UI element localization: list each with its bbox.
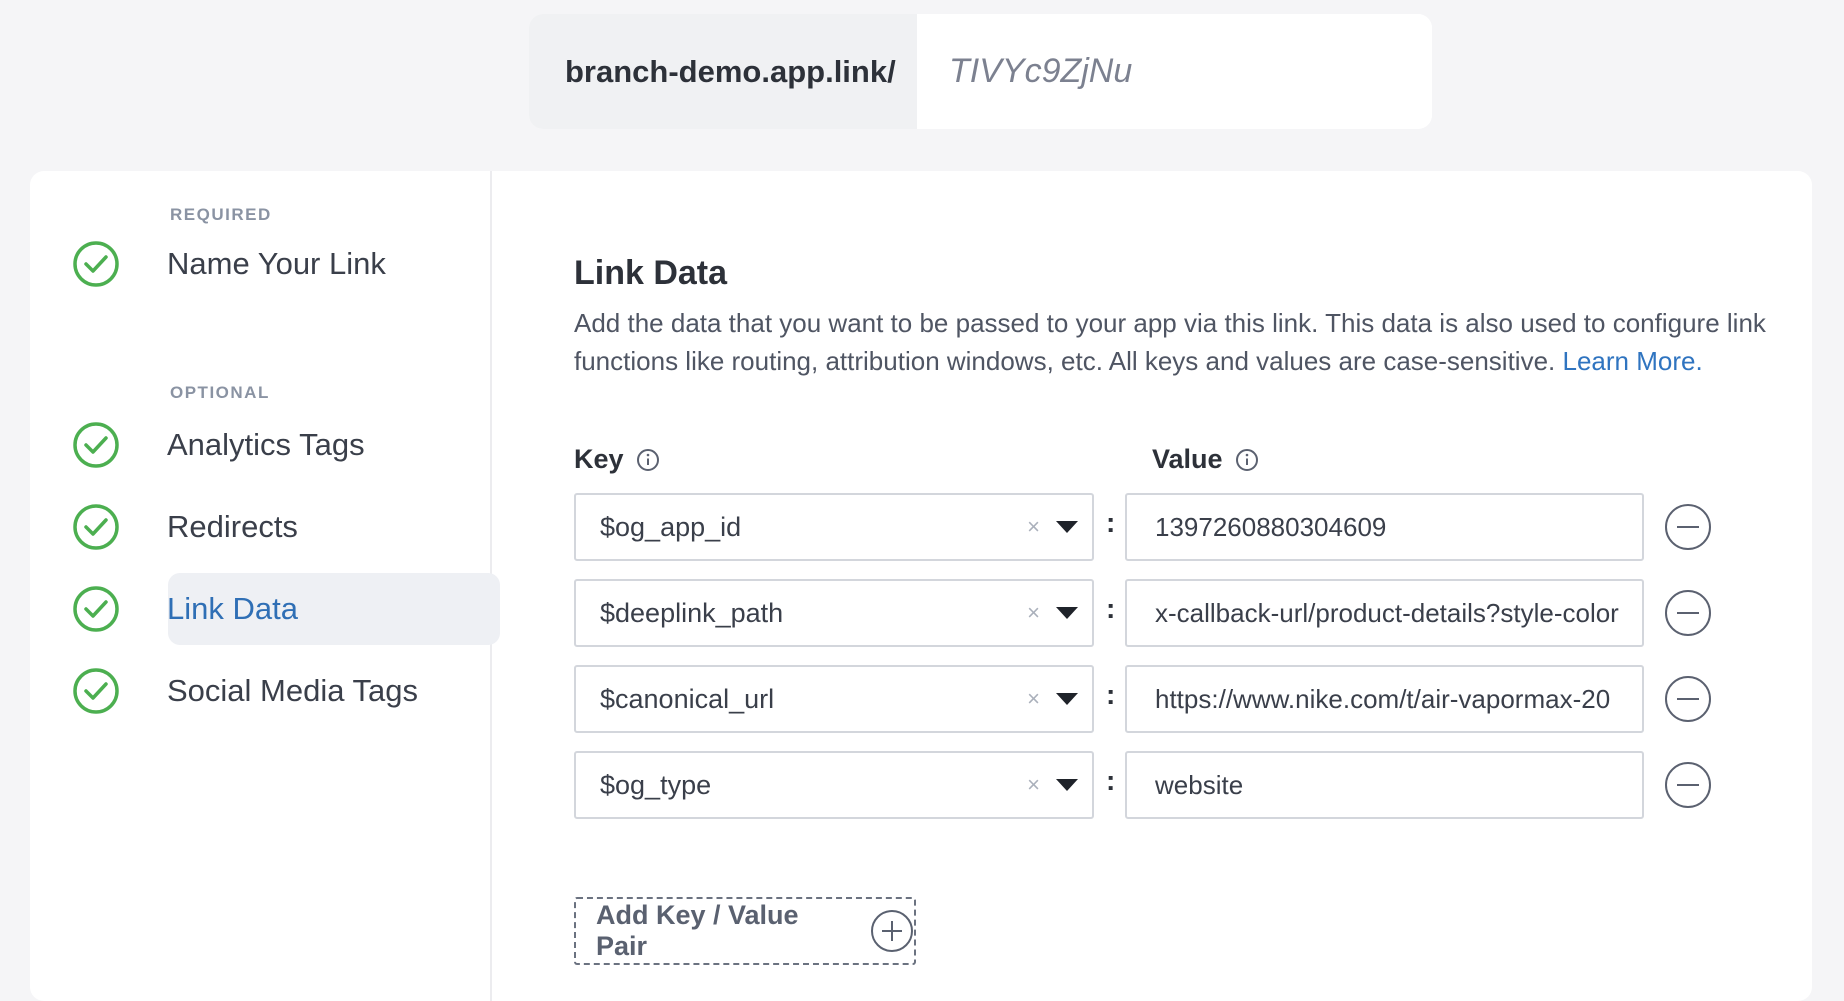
sidebar-step-social-media-tags[interactable]: Social Media Tags [70,655,500,727]
minus-circle-icon [1665,590,1711,636]
sidebar-step-label: Link Data [167,591,298,626]
sidebar-step-analytics-tags[interactable]: Analytics Tags [70,409,500,481]
key-column-header: Key [574,444,660,475]
key-select-value: $og_type [600,769,712,800]
key-select-value: $canonical_url [600,683,775,714]
pair-separator: : [1106,679,1116,710]
clear-icon[interactable]: × [1027,686,1040,712]
key-value-row: $canonical_url × : https://www.nike.com/… [574,665,1714,733]
key-header-label: Key [574,444,624,474]
key-select[interactable]: $og_app_id × [574,493,1094,561]
sidebar-step-label: Analytics Tags [167,427,365,462]
check-circle-icon [70,419,122,471]
check-circle-icon [70,665,122,717]
minus-circle-icon [1665,762,1711,808]
value-input[interactable]: 1397260880304609 [1125,493,1644,561]
learn-more-link[interactable]: Learn More. [1563,346,1703,376]
key-select-value: $deeplink_path [600,597,784,628]
sidebar-step-label: Social Media Tags [167,673,419,708]
optional-section-label: OPTIONAL [170,383,270,402]
remove-pair-button[interactable] [1664,761,1712,809]
value-column-header: Value [1152,444,1259,475]
pair-separator: : [1106,593,1116,624]
add-key-value-pair-button[interactable]: Add Key / Value Pair [574,897,916,965]
info-icon[interactable] [636,448,660,472]
minus-circle-icon [1665,504,1711,550]
pair-separator: : [1106,765,1116,796]
plus-circle-icon [870,909,914,953]
check-circle-icon [70,501,122,553]
step-sidebar: REQUIRED Name Your Link OPTIONAL Analyti… [30,171,500,1001]
remove-pair-button[interactable] [1664,503,1712,551]
chevron-down-icon[interactable] [1056,521,1078,533]
remove-pair-button[interactable] [1664,675,1712,723]
clear-icon[interactable]: × [1027,600,1040,626]
link-domain: branch-demo.app.link/ [529,14,917,129]
sidebar-step-link-data[interactable]: Link Data [70,573,500,645]
pair-separator: : [1106,507,1116,538]
check-circle-icon [70,238,122,290]
remove-pair-button[interactable] [1664,589,1712,637]
check-circle-icon [70,583,122,635]
key-select-value: $og_app_id [600,511,742,542]
link-alias-input[interactable]: TIVYc9ZjNu [917,14,1432,129]
required-section-label: REQUIRED [170,205,272,224]
chevron-down-icon[interactable] [1056,607,1078,619]
value-input[interactable]: website [1125,751,1644,819]
key-value-row: $og_app_id × : 1397260880304609 [574,493,1714,561]
key-value-row: $deeplink_path × : x-callback-url/produc… [574,579,1714,647]
sidebar-step-label: Name Your Link [167,246,386,281]
link-data-panel: Link Data Add the data that you want to … [574,171,1812,1001]
chevron-down-icon[interactable] [1056,779,1078,791]
sidebar-step-name-your-link[interactable]: Name Your Link [70,228,500,300]
add-button-label: Add Key / Value Pair [596,900,799,961]
page-title: Link Data [574,254,728,292]
info-icon[interactable] [1235,448,1259,472]
clear-icon[interactable]: × [1027,772,1040,798]
chevron-down-icon[interactable] [1056,693,1078,705]
value-header-label: Value [1152,444,1223,474]
key-value-row: $og_type × : website [574,751,1714,819]
key-select[interactable]: $canonical_url × [574,665,1094,733]
sidebar-step-redirects[interactable]: Redirects [70,491,500,563]
minus-circle-icon [1665,676,1711,722]
sidebar-step-label: Redirects [167,509,298,544]
link-url-bar: branch-demo.app.link/ TIVYc9ZjNu [529,14,1432,129]
key-select[interactable]: $og_type × [574,751,1094,819]
key-select[interactable]: $deeplink_path × [574,579,1094,647]
value-input[interactable]: x-callback-url/product-details?style-col… [1125,579,1644,647]
page-description: Add the data that you want to be passed … [574,304,1774,380]
value-input[interactable]: https://www.nike.com/t/air-vapormax-20 [1125,665,1644,733]
clear-icon[interactable]: × [1027,514,1040,540]
link-editor-card: REQUIRED Name Your Link OPTIONAL Analyti… [30,171,1812,1001]
